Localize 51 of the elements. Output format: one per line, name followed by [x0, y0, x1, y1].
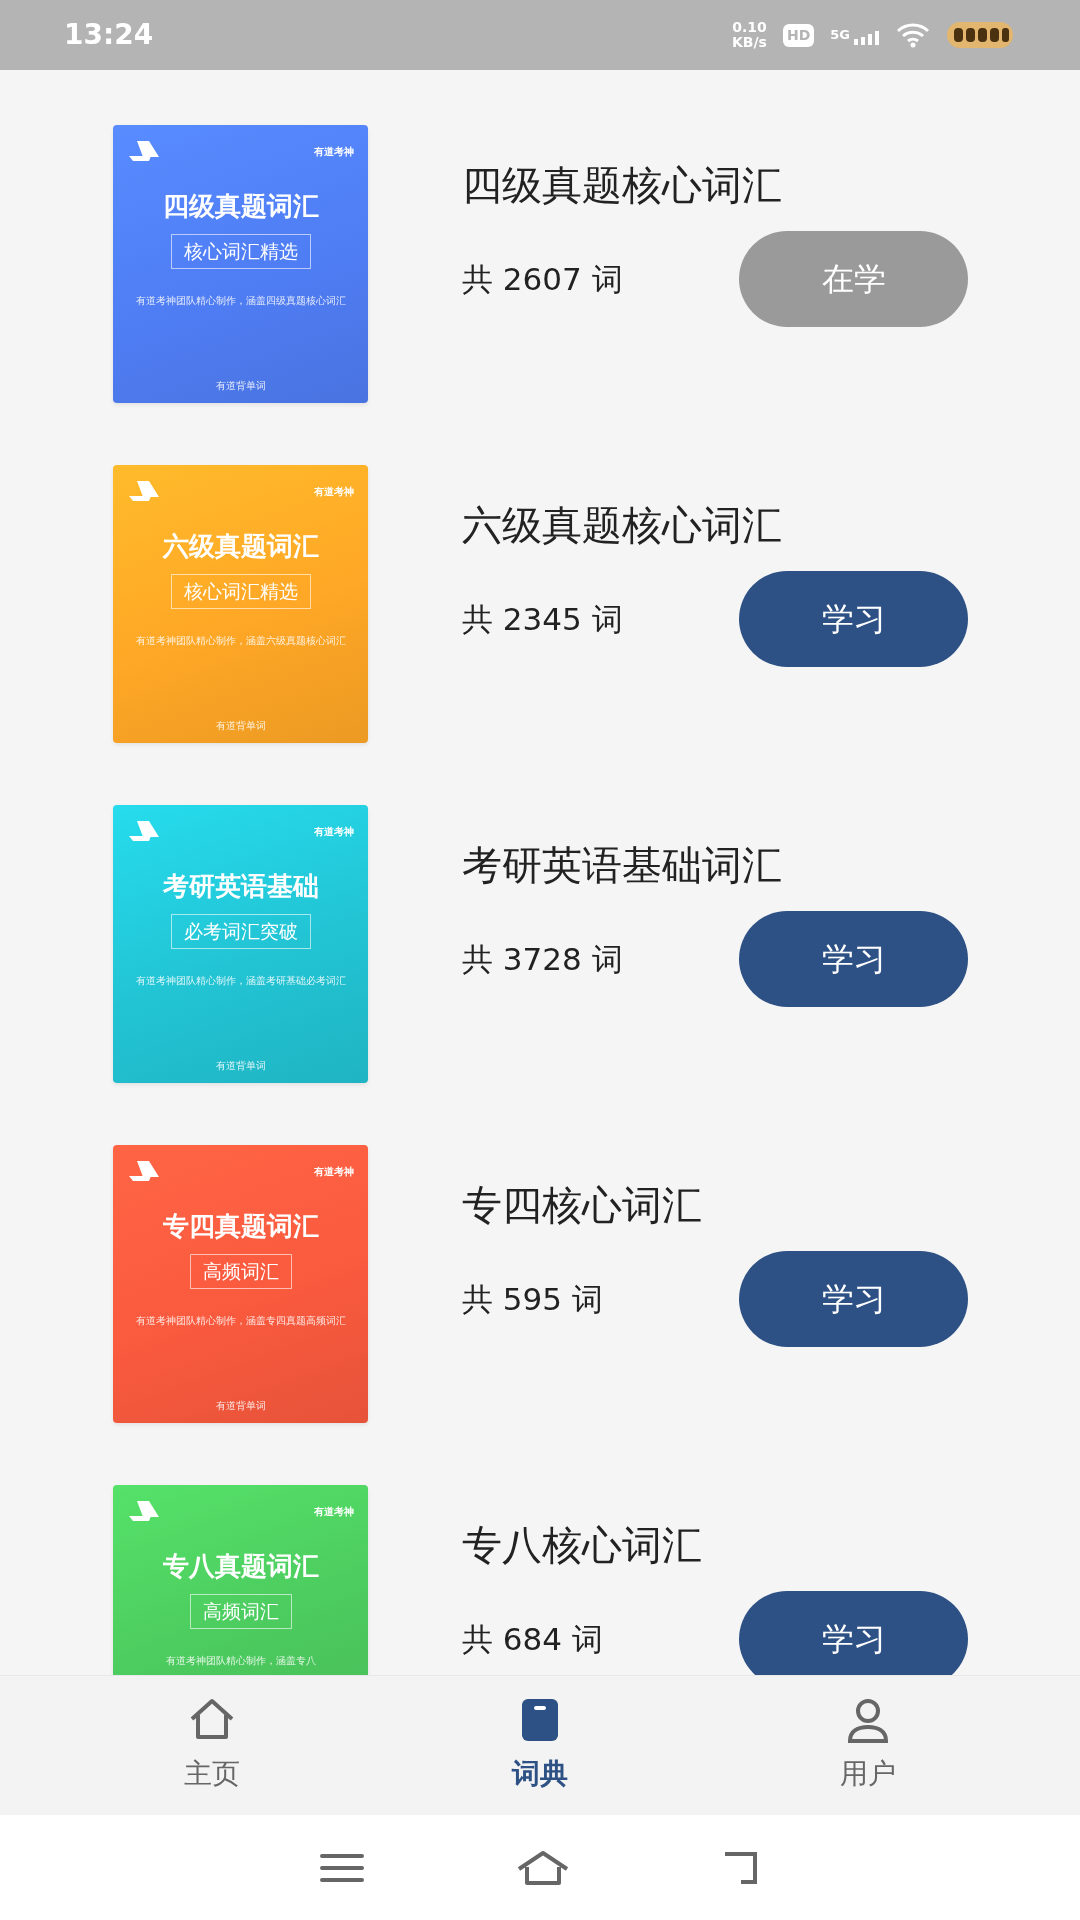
- study-button[interactable]: 学习: [739, 571, 968, 667]
- network-speed: 0.10: [731, 19, 767, 35]
- home-icon[interactable]: [515, 1848, 571, 1887]
- speed-unit: KB/s: [731, 35, 767, 51]
- tab[interactable]: 用户: [768, 1695, 968, 1796]
- tab[interactable]: 主页: [112, 1695, 312, 1796]
- cover-title: 专八真题词汇: [162, 1550, 319, 1583]
- cover-footer: 有道背单词: [125, 1398, 356, 1413]
- battery-icon: [946, 21, 1016, 49]
- cover-description: 有道考神团队精心制作，涵盖专四真题高频词汇: [134, 1313, 347, 1328]
- word-count: 共 2345 词: [462, 599, 624, 639]
- cover-footer: 有道背单词: [125, 378, 356, 393]
- word-count: 共 595 词: [462, 1279, 604, 1319]
- book-title: 专四核心词汇: [462, 1181, 703, 1230]
- word-count: 共 3728 词: [462, 939, 624, 979]
- tab[interactable]: 词典: [440, 1695, 640, 1796]
- cover-subtitle: 高频词汇: [189, 1594, 292, 1629]
- wifi-icon: [896, 22, 930, 48]
- word-count: 共 2607 词: [462, 259, 624, 299]
- book-title: 四级真题核心词汇: [462, 161, 783, 210]
- network-type: 5G: [830, 26, 850, 45]
- cover-subtitle: 高频词汇: [189, 1254, 292, 1289]
- book-title: 考研英语基础词汇: [462, 841, 783, 890]
- cover-footer: 有道背单词: [125, 718, 356, 733]
- cover-description: 有道考神团队精心制作，涵盖专八: [164, 1653, 317, 1668]
- word-count: 共 684 词: [462, 1619, 604, 1659]
- cover-description: 有道考神团队精心制作，涵盖四级真题核心词汇: [134, 293, 347, 308]
- book-title: 专八核心词汇: [462, 1521, 703, 1570]
- book-title: 六级真题核心词汇: [462, 501, 783, 550]
- cover-brand: 有道考神: [314, 824, 354, 839]
- signal-icon: [854, 28, 880, 45]
- cover-subtitle: 核心词汇精选: [170, 574, 311, 609]
- cover-title: 专四真题词汇: [162, 1210, 319, 1243]
- cover-brand: 有道考神: [314, 1504, 354, 1519]
- clock: 13:24: [64, 17, 154, 53]
- cover-description: 有道考神团队精心制作，涵盖六级真题核心词汇: [134, 633, 347, 648]
- cover-footer: 有道背单词: [125, 1058, 356, 1073]
- cover-brand: 有道考神: [314, 1164, 354, 1179]
- hd-badge: HD: [782, 23, 815, 47]
- cover-brand: 有道考神: [314, 144, 354, 159]
- cover-description: 有道考神团队精心制作，涵盖考研基础必考词汇: [134, 973, 347, 988]
- menu-icon[interactable]: [319, 1851, 365, 1884]
- cover-brand: 有道考神: [314, 484, 354, 499]
- study-button[interactable]: 学习: [739, 1251, 968, 1347]
- cover-title: 考研英语基础: [162, 870, 319, 903]
- cover-subtitle: 核心词汇精选: [170, 234, 311, 269]
- cover-title: 四级真题词汇: [162, 190, 319, 223]
- study-button[interactable]: 学习: [739, 1591, 968, 1675]
- cover-title: 六级真题词汇: [162, 530, 319, 563]
- cover-subtitle: 必考词汇突破: [170, 914, 311, 949]
- study-button[interactable]: 学习: [739, 911, 968, 1007]
